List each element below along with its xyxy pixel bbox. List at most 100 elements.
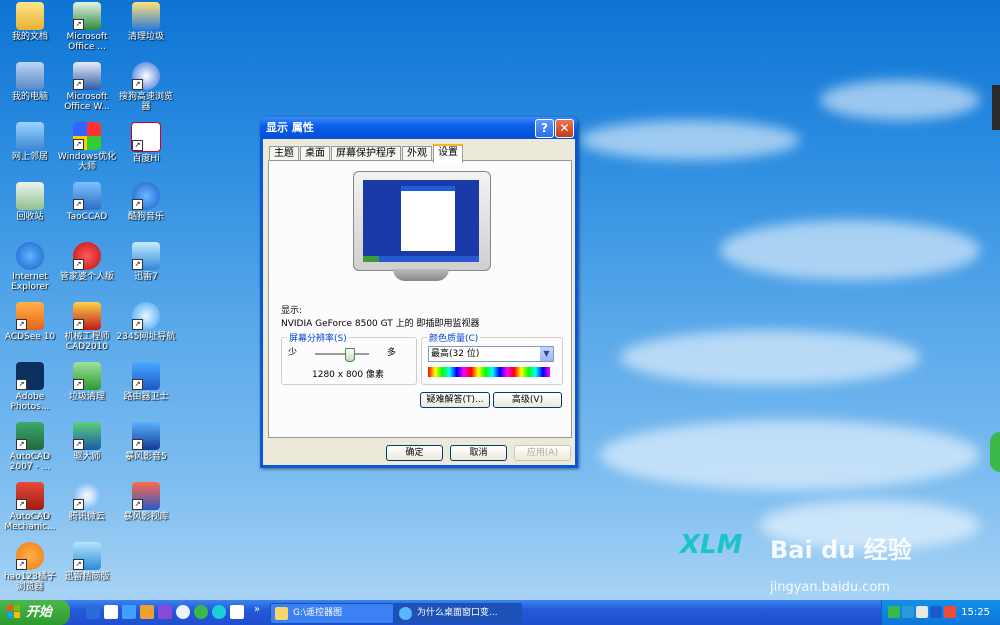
browser-icon: [399, 607, 412, 620]
dialog-titlebar[interactable]: 显示 属性 ? ✕: [260, 117, 578, 139]
shortcut-arrow-icon: ↗: [132, 319, 143, 330]
help-button[interactable]: ?: [535, 119, 554, 138]
desktop-icon-recycle-bin[interactable]: 回收站: [0, 182, 60, 222]
tray-app-icon[interactable]: [888, 606, 900, 618]
taskbar-button-folder[interactable]: G:\遥控器图: [270, 603, 394, 624]
close-button[interactable]: ✕: [555, 119, 574, 138]
troubleshoot-button[interactable]: 疑难解答(T)...: [420, 392, 490, 408]
icon-label: Microsoft Office W...: [64, 92, 110, 112]
chevron-down-icon[interactable]: ▼: [540, 347, 553, 361]
icon-label: 清理垃圾: [127, 32, 164, 42]
resolution-slider-track[interactable]: [315, 353, 369, 356]
display-device: NVIDIA GeForce 8500 GT 上的 即插即用监视器: [281, 319, 480, 329]
desktop-icon-sogou-browser[interactable]: ↗ 搜狗高速浏览器: [116, 62, 176, 112]
quicklaunch-ie-icon[interactable]: [86, 605, 100, 619]
dialog-client: 主题 桌面 屏幕保护程序 外观 设置 显示: NVIDIA GeForce 85…: [263, 139, 575, 465]
icon-label: Internet Explorer: [11, 272, 49, 292]
desktop-icon-clean-junk[interactable]: 清理垃圾: [116, 2, 176, 42]
icon-label: 酷狗音乐: [127, 212, 164, 222]
taskbar-button-browser[interactable]: 为什么桌面窗口变...: [394, 603, 522, 624]
desktop-icon-acdsee[interactable]: ↗ ACDSee 10: [0, 302, 60, 342]
resolution-slider-thumb[interactable]: [345, 348, 355, 362]
shortcut-arrow-icon: ↗: [16, 319, 27, 330]
desktop-icon-mech-cad[interactable]: ↗ 机械工程师CAD2010: [57, 302, 117, 352]
ok-button[interactable]: 确定: [386, 445, 443, 461]
tab-settings[interactable]: 设置: [433, 144, 463, 163]
settings-panel: 显示: NVIDIA GeForce 8500 GT 上的 即插即用监视器 屏幕…: [268, 160, 572, 438]
quicklaunch-media-icon[interactable]: [140, 605, 154, 619]
acdsee-icon: ↗: [16, 302, 44, 330]
video-library-icon: ↗: [132, 482, 160, 510]
quicklaunch-kugou-icon[interactable]: [176, 605, 190, 619]
desktop-icon-driver-master[interactable]: ↗ 驱大师: [57, 422, 117, 462]
desktop-icon-garbage-clean[interactable]: ↗ 垃圾清理: [57, 362, 117, 402]
tab-desktop[interactable]: 桌面: [300, 146, 330, 161]
desktop-icon-guanjiapo[interactable]: ↗ 管家婆个人版: [57, 242, 117, 282]
quicklaunch-app-icon[interactable]: [158, 605, 172, 619]
shortcut-arrow-icon: ↗: [132, 499, 143, 510]
icon-label: 路由器卫士: [123, 392, 169, 402]
tray-speaker-icon[interactable]: [930, 606, 942, 618]
desktop-icon-baofeng-library[interactable]: ↗ 暴风影视库: [116, 482, 176, 522]
quicklaunch-more-icon[interactable]: »: [254, 604, 260, 615]
xunlei-bird-icon: ↗: [132, 242, 160, 270]
tray-security-icon[interactable]: [944, 606, 956, 618]
desktop-icon-xunlei7[interactable]: ↗ 迅雷7: [116, 242, 176, 282]
quicklaunch-360-icon[interactable]: [194, 605, 208, 619]
desktop-icon-my-computer[interactable]: 我的电脑: [0, 62, 60, 102]
quicklaunch-word-icon[interactable]: [104, 605, 118, 619]
cloud: [580, 120, 800, 160]
desktop-icon-word[interactable]: ↗ Microsoft Office W...: [57, 62, 117, 112]
desktop-icon-excel[interactable]: ↗ Microsoft Office ...: [57, 2, 117, 52]
desktop-icon-weiyun[interactable]: ↗ 腾讯微云: [57, 482, 117, 522]
tab-appearance[interactable]: 外观: [402, 146, 432, 161]
broom-icon: [132, 2, 160, 30]
desktop-icon-2345[interactable]: ↗ 2345网址导航: [116, 302, 176, 342]
desktop-icon-kugou[interactable]: ↗ 酷狗音乐: [116, 182, 176, 222]
cloud: [820, 80, 980, 120]
desktop-icon-my-documents[interactable]: 我的文档: [0, 2, 60, 42]
excel-icon: ↗: [73, 2, 101, 30]
cloud: [600, 420, 980, 490]
task-label: G:\遥控器图: [293, 608, 343, 618]
cancel-button[interactable]: 取消: [450, 445, 507, 461]
desktop-icon-autocad-2007[interactable]: ↗ AutoCAD 2007 - ...: [0, 422, 60, 472]
desktop-icon-autocad-mechanical[interactable]: ↗ AutoCAD Mechanic...: [0, 482, 60, 532]
monitor-stand: [393, 269, 449, 281]
desktop-icon-hao123[interactable]: ↗ hao123橘子浏览器: [0, 542, 60, 592]
desktop-icon-baidu-hi[interactable]: ↗ 百度Hi: [116, 122, 176, 164]
desktop-icon-xunlei-lite[interactable]: ↗ 迅雷精简版: [57, 542, 117, 582]
tab-screensaver[interactable]: 屏幕保护程序: [331, 146, 401, 161]
quicklaunch-baidu-hi-icon[interactable]: [230, 605, 244, 619]
apply-button[interactable]: 应用(A): [514, 445, 571, 461]
side-float-ball[interactable]: [990, 432, 1000, 472]
clock[interactable]: 15:25: [961, 600, 990, 625]
side-gadget[interactable]: [992, 85, 1000, 130]
shortcut-arrow-icon: ↗: [16, 499, 27, 510]
shortcut-arrow-icon: ↗: [73, 559, 84, 570]
desktop-icon-baofeng5[interactable]: ↗ 暴风影音5: [116, 422, 176, 462]
tray-kugou-icon[interactable]: [916, 606, 928, 618]
tray-network-icon[interactable]: [902, 606, 914, 618]
shortcut-arrow-icon: ↗: [73, 19, 84, 30]
desktop-icon-photoshop[interactable]: ↗ Adobe Photos...: [0, 362, 60, 412]
task-label: 为什么桌面窗口变...: [417, 608, 498, 618]
desktop-icon-ie[interactable]: Internet Explorer: [0, 242, 60, 292]
advanced-button[interactable]: 高级(V): [493, 392, 562, 408]
monitor-preview: [353, 171, 491, 283]
computer-icon: [16, 62, 44, 90]
desktop-icon-windows-optimizer[interactable]: ↗ Windows优化大师: [57, 122, 117, 172]
shortcut-arrow-icon: ↗: [132, 439, 143, 450]
folder-icon: [275, 607, 288, 620]
desktop-icon-taoccad[interactable]: ↗ TaoCCAD: [57, 182, 117, 222]
tab-themes[interactable]: 主题: [269, 146, 299, 161]
color-quality-select[interactable]: 最高(32 位) ▼: [428, 346, 554, 362]
quicklaunch-sogou-icon[interactable]: [212, 605, 226, 619]
quicklaunch-desktop-icon[interactable]: [122, 605, 136, 619]
desktop-icon-network[interactable]: 网上邻居: [0, 122, 60, 162]
baidu-hi-icon: ↗: [131, 122, 161, 152]
resolution-more-label: 多: [386, 348, 396, 358]
start-button[interactable]: 开始: [0, 600, 70, 625]
desktop-icon-router-guard[interactable]: ↗ 路由器卫士: [116, 362, 176, 402]
icon-label: 迅雷精简版: [64, 572, 110, 582]
